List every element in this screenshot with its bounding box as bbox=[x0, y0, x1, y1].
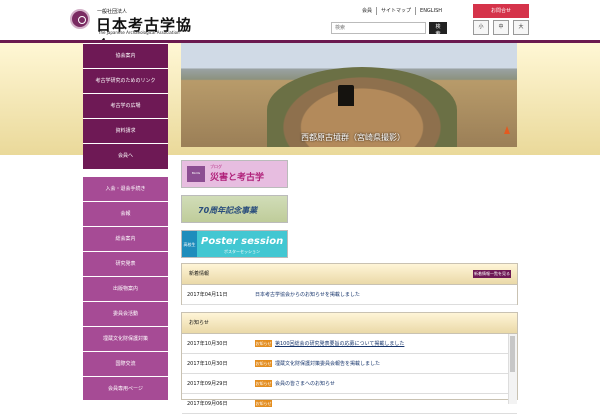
info-row[interactable]: 2017年09月29日 お知らせ 会員の皆さまへのお知らせ bbox=[182, 374, 517, 394]
font-small-button[interactable]: 小 bbox=[473, 20, 489, 35]
info-row[interactable]: 2017年09月06日 お知らせ bbox=[182, 394, 517, 414]
blog-icon: BLOG bbox=[187, 166, 205, 182]
info-tag: お知らせ bbox=[255, 380, 272, 387]
info-row[interactable]: 2017年10月30日 お知らせ 埋蔵文化財保護対策委員会報告を掲載しました bbox=[182, 354, 517, 374]
sidebar-item-committee[interactable]: 委員会活動 bbox=[83, 301, 168, 326]
info-text[interactable]: 埋蔵文化財保護対策委員会報告を掲載しました bbox=[275, 360, 380, 367]
anniversary-banner[interactable]: 70周年記念事業 bbox=[181, 195, 288, 223]
info-text[interactable]: 第100回総会の研究発表要旨の応募について掲載しました bbox=[275, 340, 404, 347]
association-emblem-icon bbox=[70, 9, 90, 29]
sidebar-item-research[interactable]: 研究発表 bbox=[83, 251, 168, 276]
contact-button[interactable]: お問合せ bbox=[473, 4, 529, 18]
info-scroll-thumb[interactable] bbox=[510, 336, 515, 372]
sidebar-item-bulletin[interactable]: 会報 bbox=[83, 201, 168, 226]
info-panel-header: お知らせ bbox=[182, 313, 517, 334]
poster-title: Poster session bbox=[201, 236, 284, 247]
info-tag: お知らせ bbox=[255, 360, 272, 367]
info-scrollbar[interactable] bbox=[508, 334, 517, 404]
high-school-label: 高校生 bbox=[182, 231, 197, 257]
site-search: 検索 bbox=[331, 22, 447, 37]
sidebar-item-member-only[interactable]: 会員専用ページ bbox=[83, 376, 168, 401]
anniversary-title: 70周年記念事業 bbox=[198, 206, 258, 215]
info-date: 2017年10月30日 bbox=[187, 361, 228, 367]
news-text[interactable]: 日本考古学協会からのお知らせを掲載しました bbox=[255, 291, 360, 298]
news-row[interactable]: 2017年04月11日 日本考古学協会からのお知らせを掲載しました bbox=[182, 285, 517, 305]
hero-caption: 西都原古墳群（宮崎県撮影） bbox=[301, 133, 405, 142]
news-panel: 新着情報 新着情報一覧を見る 2017年04月11日 日本考古学協会からのお知ら… bbox=[181, 263, 518, 305]
info-tag: お知らせ bbox=[255, 340, 272, 347]
top-sidebar-menu: 協会案内 考古学研究のためのリンク 考古学の広場 資料請求 会員へ bbox=[83, 43, 168, 169]
blog-banner[interactable]: BLOG ブログ 災害と考古学 bbox=[181, 160, 288, 188]
top-links: 会員 サイトマップ ENGLISH bbox=[358, 6, 446, 16]
info-title: お知らせ bbox=[189, 320, 209, 326]
sidebar-item-members[interactable]: 会員へ bbox=[83, 143, 168, 168]
news-list-link[interactable]: 新着情報一覧を見る bbox=[473, 270, 511, 278]
sidebar-item-publications[interactable]: 出版物案内 bbox=[83, 276, 168, 301]
blog-title: 災害と考古学 bbox=[210, 173, 265, 183]
hero-image: 西都原古墳群（宮崎県撮影） bbox=[181, 43, 517, 147]
site-logo[interactable]: 一般社団法人 日本考古学協会 The Japanese Archaeologic… bbox=[70, 8, 192, 55]
top-link-members[interactable]: 会員 bbox=[358, 7, 378, 15]
main-sidebar-menu: 入会・退会手続き 会報 総会案内 研究発表 出版物案内 委員会活動 埋蔵文化財保… bbox=[83, 176, 168, 400]
info-date: 2017年10月30日 bbox=[187, 341, 228, 347]
sidebar-item-research-links[interactable]: 考古学研究のためのリンク bbox=[83, 68, 168, 93]
font-large-button[interactable]: 大 bbox=[513, 20, 529, 35]
poster-subtitle: ポスターセッション bbox=[224, 249, 260, 254]
poster-session-banner[interactable]: 高校生 Poster session ポスターセッション bbox=[181, 230, 288, 258]
sidebar-item-general-meeting[interactable]: 総会案内 bbox=[83, 226, 168, 251]
tomb-entrance-image bbox=[338, 85, 354, 106]
info-panel: お知らせ 2017年10月30日 お知らせ 第100回総会の研究発表要旨の応募に… bbox=[181, 312, 518, 414]
info-date: 2017年09月29日 bbox=[187, 381, 228, 387]
sidebar-item-membership[interactable]: 入会・退会手続き bbox=[83, 176, 168, 201]
top-link-sitemap[interactable]: サイトマップ bbox=[377, 7, 417, 15]
search-input[interactable] bbox=[331, 22, 426, 34]
news-date: 2017年04月11日 bbox=[187, 292, 228, 298]
top-link-english[interactable]: ENGLISH bbox=[416, 7, 446, 15]
font-size-controls: 小 中 大 bbox=[473, 20, 529, 35]
info-row[interactable]: 2017年10月30日 お知らせ 第100回総会の研究発表要旨の応募について掲載… bbox=[182, 334, 517, 354]
logo-english-text: The Japanese Archaeological Association bbox=[98, 30, 180, 35]
sidebar-item-plaza[interactable]: 考古学の広場 bbox=[83, 93, 168, 118]
sidebar-item-protection[interactable]: 埋蔵文化財保護対策 bbox=[83, 326, 168, 351]
news-title: 新着情報 bbox=[189, 271, 210, 277]
sidebar-item-international[interactable]: 国際交流 bbox=[83, 351, 168, 376]
site-header: 一般社団法人 日本考古学協会 The Japanese Archaeologic… bbox=[0, 0, 600, 55]
traffic-cone-icon bbox=[504, 126, 510, 134]
sidebar-item-about[interactable]: 協会案内 bbox=[83, 43, 168, 68]
news-panel-header: 新着情報 新着情報一覧を見る bbox=[182, 264, 517, 285]
sidebar-item-request[interactable]: 資料請求 bbox=[83, 118, 168, 143]
font-medium-button[interactable]: 中 bbox=[493, 20, 509, 35]
info-text[interactable]: 会員の皆さまへのお知らせ bbox=[275, 380, 335, 387]
search-button[interactable]: 検索 bbox=[429, 22, 447, 37]
info-date: 2017年09月06日 bbox=[187, 401, 228, 407]
info-tag: お知らせ bbox=[255, 400, 272, 407]
